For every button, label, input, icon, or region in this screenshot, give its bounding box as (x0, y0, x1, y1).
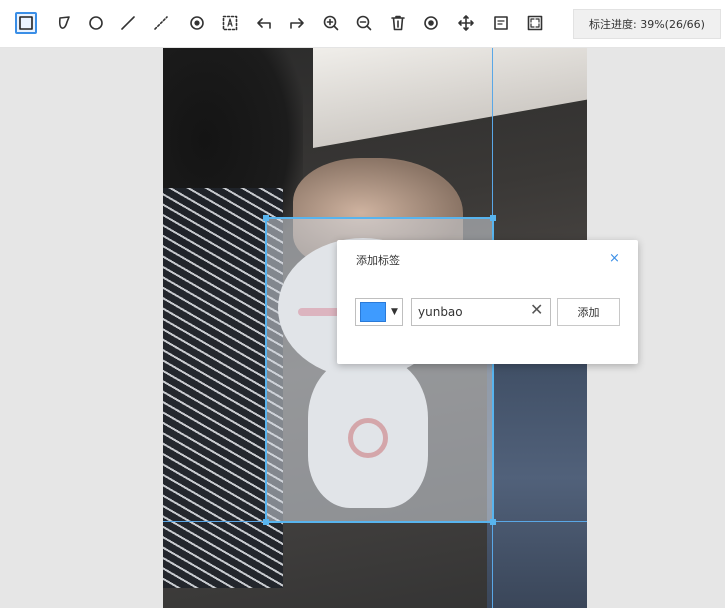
label-tool[interactable] (490, 12, 512, 34)
add-label-button[interactable]: 添加 (557, 298, 620, 326)
annotation-progress: 标注进度: 39%(26/66) (573, 9, 721, 39)
bbox-handle-bottom-right[interactable] (490, 519, 496, 525)
move-tool[interactable] (455, 12, 477, 34)
redo-arrow-icon (290, 18, 304, 29)
annotation-toolbar: 标注进度: 39%(26/66) (0, 0, 725, 48)
clear-input-icon[interactable]: ✕ (530, 300, 543, 319)
add-label-dialog: 添加标签 × ▼ yunbao ✕ 添加 (337, 240, 638, 364)
image-denim-jacket (487, 348, 587, 608)
zoom-out-tool[interactable] (353, 12, 375, 34)
line-tool[interactable] (117, 12, 139, 34)
move-icon (458, 15, 474, 31)
text-tool[interactable] (219, 12, 241, 34)
color-swatch (360, 302, 386, 322)
eye-icon (424, 16, 438, 30)
circle-tool[interactable] (85, 12, 107, 34)
undo-arrow-icon (257, 18, 271, 29)
bbox-handle-bottom-left[interactable] (263, 519, 269, 525)
zoom-in-tool[interactable] (320, 12, 342, 34)
zoom-in-icon (323, 15, 339, 31)
rectangle-tool[interactable] (15, 12, 37, 34)
bbox-handle-top-left[interactable] (263, 215, 269, 221)
chevron-down-icon: ▼ (391, 307, 398, 317)
redo-tool[interactable] (286, 12, 308, 34)
polygon-tool[interactable] (53, 12, 75, 34)
dialog-title: 添加标签 (356, 254, 400, 267)
dashed-line-icon (154, 16, 168, 30)
visibility-tool[interactable] (420, 12, 442, 34)
trash-icon (391, 15, 405, 31)
fullscreen-icon (527, 15, 543, 31)
delete-tool[interactable] (387, 12, 409, 34)
bbox-handle-top-right[interactable] (490, 215, 496, 221)
polygon-icon (58, 16, 70, 29)
point-tool[interactable] (186, 12, 208, 34)
line-icon (121, 16, 135, 30)
square-icon (19, 16, 33, 30)
undo-tool[interactable] (253, 12, 275, 34)
text-box-icon (222, 15, 238, 31)
image-wall-area (313, 48, 587, 149)
dashed-line-tool[interactable] (150, 12, 172, 34)
label-color-picker[interactable]: ▼ (355, 298, 403, 326)
label-box-icon (494, 16, 508, 30)
circle-icon (89, 16, 103, 30)
target-point-icon (190, 16, 204, 30)
fullscreen-tool[interactable] (524, 12, 546, 34)
zoom-out-icon (356, 15, 372, 31)
close-icon[interactable]: × (609, 251, 620, 266)
